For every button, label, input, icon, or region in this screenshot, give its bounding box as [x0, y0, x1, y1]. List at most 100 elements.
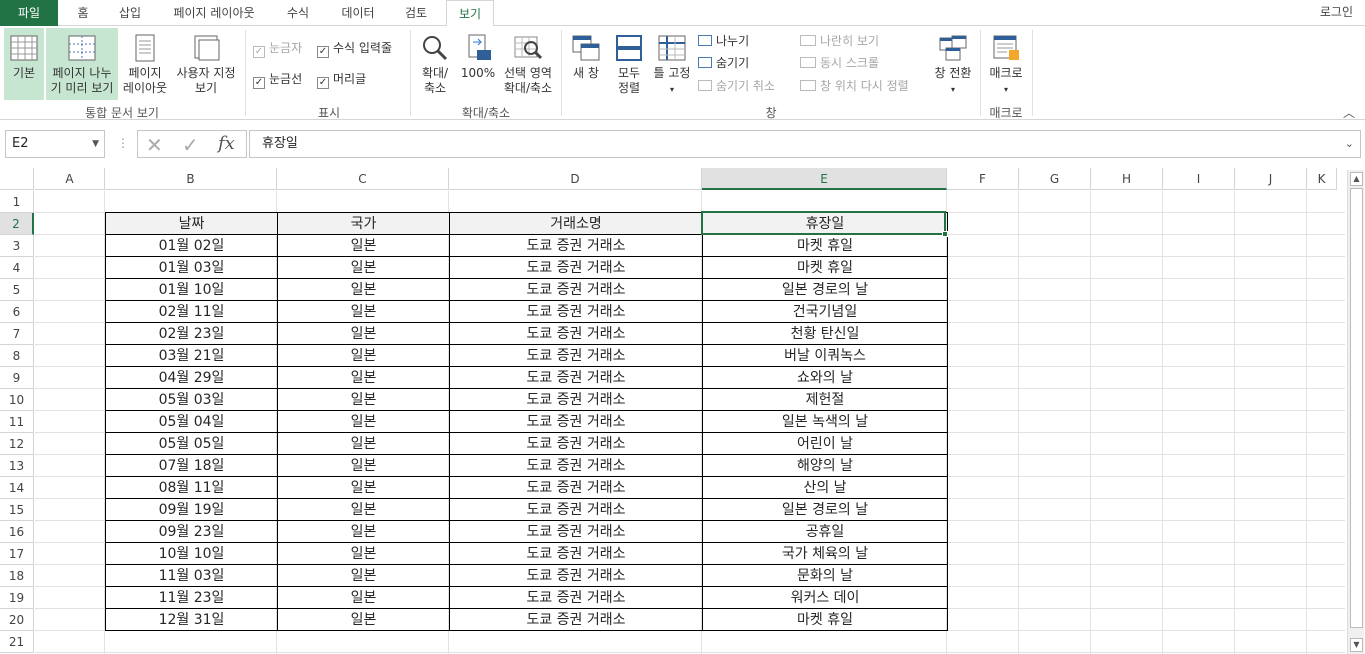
table-cell[interactable]: 05월 04일 — [105, 410, 278, 433]
table-cell[interactable]: 도쿄 증권 거래소 — [449, 608, 703, 631]
table-cell[interactable]: 해양의 날 — [702, 454, 948, 477]
table-cell[interactable]: 일본 — [277, 454, 450, 477]
row-header-5[interactable]: 5 — [0, 279, 34, 301]
enter-check-icon[interactable]: ✓ — [182, 133, 199, 157]
table-cell[interactable]: 일본 — [277, 542, 450, 565]
select-all-corner[interactable] — [0, 168, 34, 190]
hide-button[interactable]: 숨기기 — [698, 53, 749, 73]
table-cell[interactable]: 10월 10일 — [105, 542, 278, 565]
page-break-preview-button[interactable]: 페이지 나누 기 미리 보기 — [46, 28, 118, 100]
column-header-f[interactable]: F — [947, 168, 1019, 190]
more-options-icon[interactable]: ⋮ — [117, 136, 129, 150]
table-cell[interactable]: 04월 29일 — [105, 366, 278, 389]
table-cell[interactable]: 12월 31일 — [105, 608, 278, 631]
table-cell[interactable]: 도쿄 증권 거래소 — [449, 410, 703, 433]
row-header-1[interactable]: 1 — [0, 191, 34, 213]
cancel-icon[interactable]: ✕ — [146, 133, 163, 157]
table-cell[interactable]: 02월 11일 — [105, 300, 278, 323]
row-header-4[interactable]: 4 — [0, 257, 34, 279]
column-header-b[interactable]: B — [105, 168, 277, 190]
table-cell[interactable]: 일본 — [277, 498, 450, 521]
formula-bar-checkbox[interactable]: ✓ 수식 입력줄 — [317, 38, 392, 58]
table-cell[interactable]: 마켓 휴일 — [702, 608, 948, 631]
table-cell[interactable]: 도쿄 증권 거래소 — [449, 300, 703, 323]
table-header-cell[interactable]: 휴장일 — [702, 212, 948, 235]
name-box[interactable]: E2 ▼ — [5, 130, 105, 158]
table-cell[interactable]: 01월 10일 — [105, 278, 278, 301]
table-cell[interactable]: 도쿄 증권 거래소 — [449, 234, 703, 257]
row-header-7[interactable]: 7 — [0, 323, 34, 345]
row-header-16[interactable]: 16 — [0, 521, 34, 543]
table-cell[interactable]: 도쿄 증권 거래소 — [449, 322, 703, 345]
headings-checkbox[interactable]: ✓ 머리글 — [317, 69, 366, 89]
table-cell[interactable]: 어린이 날 — [702, 432, 948, 455]
table-cell[interactable]: 일본 — [277, 322, 450, 345]
expand-formula-bar-icon[interactable]: ⌄ — [1345, 131, 1354, 157]
column-header-i[interactable]: I — [1163, 168, 1235, 190]
column-header-k[interactable]: K — [1307, 168, 1337, 190]
row-header-11[interactable]: 11 — [0, 411, 34, 433]
row-header-14[interactable]: 14 — [0, 477, 34, 499]
table-cell[interactable]: 제헌절 — [702, 388, 948, 411]
row-header-9[interactable]: 9 — [0, 367, 34, 389]
column-header-g[interactable]: G — [1019, 168, 1091, 190]
column-header-c[interactable]: C — [277, 168, 449, 190]
table-cell[interactable]: 일본 — [277, 300, 450, 323]
table-cell[interactable]: 11월 03일 — [105, 564, 278, 587]
row-header-15[interactable]: 15 — [0, 499, 34, 521]
scroll-down-icon[interactable]: ▼ — [1350, 638, 1363, 652]
table-cell[interactable]: 도쿄 증권 거래소 — [449, 432, 703, 455]
table-cell[interactable]: 문화의 날 — [702, 564, 948, 587]
row-header-19[interactable]: 19 — [0, 587, 34, 609]
tab-file[interactable]: 파일 — [0, 0, 58, 26]
table-cell[interactable]: 산의 날 — [702, 476, 948, 499]
table-cell[interactable]: 일본 — [277, 366, 450, 389]
table-cell[interactable]: 일본 — [277, 586, 450, 609]
table-cell[interactable]: 도쿄 증권 거래소 — [449, 344, 703, 367]
table-cell[interactable]: 05월 03일 — [105, 388, 278, 411]
table-cell[interactable]: 11월 23일 — [105, 586, 278, 609]
table-cell[interactable]: 일본 — [277, 476, 450, 499]
table-cell[interactable]: 일본 — [277, 344, 450, 367]
arrange-all-button[interactable]: 모두 정렬 — [610, 28, 648, 100]
table-cell[interactable]: 도쿄 증권 거래소 — [449, 520, 703, 543]
table-cell[interactable]: 마켓 휴일 — [702, 256, 948, 279]
table-cell[interactable]: 국가 체육의 날 — [702, 542, 948, 565]
table-cell[interactable]: 도쿄 증권 거래소 — [449, 388, 703, 411]
tab-data[interactable]: 데이터 — [330, 0, 386, 26]
vertical-scrollbar[interactable]: ▲ ▼ — [1347, 170, 1364, 654]
table-cell[interactable]: 일본 — [277, 432, 450, 455]
split-button[interactable]: 나누기 — [698, 31, 749, 51]
table-cell[interactable]: 도쿄 증권 거래소 — [449, 586, 703, 609]
new-window-button[interactable]: 새 창 — [566, 28, 606, 100]
normal-view-button[interactable]: 기본 — [4, 28, 44, 100]
table-cell[interactable]: 일본 — [277, 564, 450, 587]
table-cell[interactable]: 일본 — [277, 388, 450, 411]
table-header-cell[interactable]: 국가 — [277, 212, 450, 235]
scroll-up-icon[interactable]: ▲ — [1350, 172, 1363, 186]
row-header-12[interactable]: 12 — [0, 433, 34, 455]
table-cell[interactable]: 도쿄 증권 거래소 — [449, 278, 703, 301]
table-cell[interactable]: 01월 03일 — [105, 256, 278, 279]
table-cell[interactable]: 일본 — [277, 256, 450, 279]
table-header-cell[interactable]: 날짜 — [105, 212, 278, 235]
table-cell[interactable]: 쇼와의 날 — [702, 366, 948, 389]
table-cell[interactable]: 05월 05일 — [105, 432, 278, 455]
column-header-h[interactable]: H — [1091, 168, 1163, 190]
switch-windows-button[interactable]: 창 전환 ▾ — [930, 28, 976, 100]
insert-function-icon[interactable]: fx — [218, 133, 235, 154]
row-header-13[interactable]: 13 — [0, 455, 34, 477]
table-cell[interactable]: 건국기념일 — [702, 300, 948, 323]
row-header-21[interactable]: 21 — [0, 631, 34, 653]
login-link[interactable]: 로그인 — [1320, 0, 1353, 24]
table-cell[interactable]: 도쿄 증권 거래소 — [449, 454, 703, 477]
custom-views-button[interactable]: 사용자 지정 보기 — [172, 28, 240, 100]
table-cell[interactable]: 일본 경로의 날 — [702, 278, 948, 301]
column-header-a[interactable]: A — [35, 168, 105, 190]
scroll-thumb[interactable] — [1350, 188, 1363, 628]
tab-page-layout[interactable]: 페이지 레이아웃 — [160, 0, 268, 26]
table-cell[interactable]: 천황 탄신일 — [702, 322, 948, 345]
table-cell[interactable]: 워커스 데이 — [702, 586, 948, 609]
column-header-j[interactable]: J — [1235, 168, 1307, 190]
table-cell[interactable]: 03월 21일 — [105, 344, 278, 367]
